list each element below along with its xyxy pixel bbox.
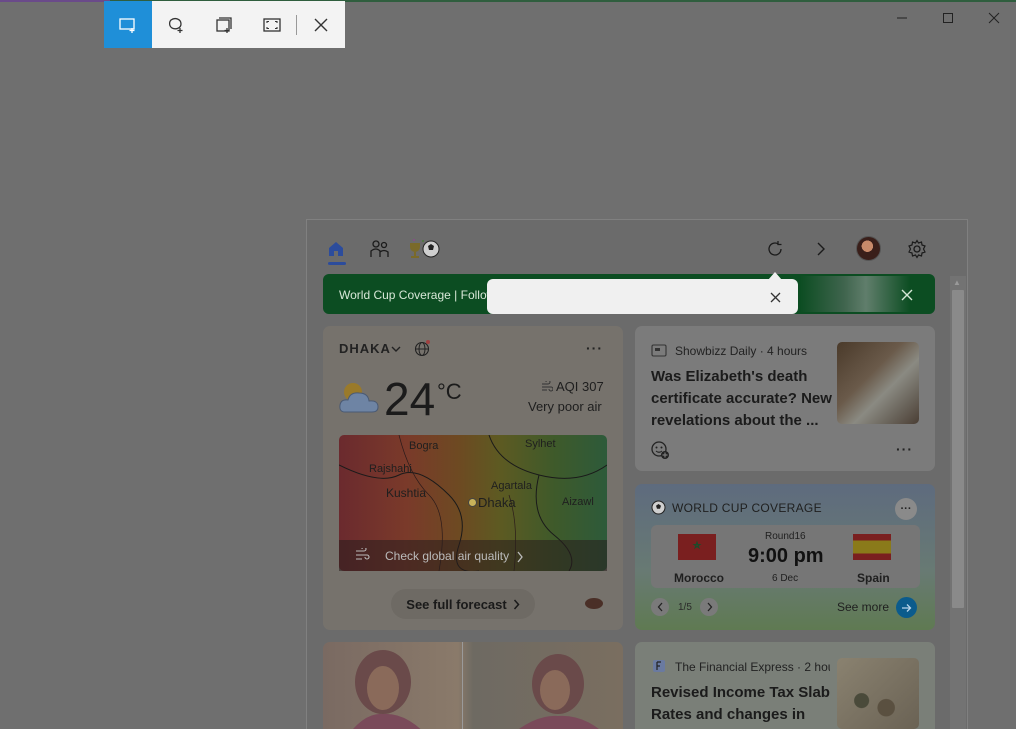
- map-label-kushtia: Kushtia: [386, 486, 427, 500]
- photo-divider: [462, 642, 463, 729]
- close-icon: [314, 18, 327, 31]
- refresh-tooltip: [487, 279, 798, 314]
- world-cup-title: WORLD CUP COVERAGE: [672, 501, 822, 515]
- chevron-down-icon: [391, 346, 401, 352]
- tooltip-close-button[interactable]: [766, 288, 784, 306]
- partly-cloudy-icon: [337, 378, 381, 423]
- chevron-right-icon: [513, 599, 520, 609]
- minimize-button[interactable]: [888, 6, 916, 30]
- map-label-sylhet: Sylhet: [525, 438, 556, 450]
- photo-news-card[interactable]: [323, 642, 623, 729]
- rectangle-snip-icon: [119, 17, 135, 33]
- team-away: Spain: [857, 571, 890, 585]
- family-icon: [370, 240, 389, 257]
- map-label-rajshahi: Rajshahi: [369, 463, 412, 475]
- temperature: 24: [384, 373, 436, 425]
- chevron-right-icon: [817, 242, 825, 256]
- temperature-unit[interactable]: °C: [437, 379, 462, 405]
- window-snip-icon: [216, 16, 232, 33]
- chevron-left-icon: [657, 602, 662, 612]
- football-icon: [651, 500, 666, 520]
- maximize-button[interactable]: [934, 6, 962, 30]
- snip-toolbar: [104, 1, 345, 48]
- fullscreen-snip-icon: [263, 17, 281, 32]
- weather-city[interactable]: DHAKA: [339, 341, 391, 356]
- publisher-logo-icon: [651, 343, 667, 362]
- chevron-right-icon: [707, 602, 712, 612]
- team-home: Morocco: [674, 571, 725, 585]
- banner-close-button[interactable]: [897, 285, 917, 305]
- weather-more-button[interactable]: ···: [586, 340, 603, 356]
- reaction-button[interactable]: [650, 440, 670, 460]
- fullscreen-snip-button[interactable]: [248, 1, 296, 48]
- news-headline[interactable]: Was Elizabeth's death certificate accura…: [651, 366, 836, 432]
- see-more-button[interactable]: [896, 597, 917, 618]
- home-icon: [329, 242, 343, 256]
- news-headline[interactable]: Revised Income Tax Slab Rates and change…: [651, 682, 836, 726]
- close-icon: [988, 12, 1000, 24]
- window-close-button[interactable]: [980, 6, 1008, 30]
- freeform-snip-icon: [168, 17, 183, 33]
- news-source: Showbizz Daily · 4 hours: [675, 344, 808, 358]
- maximize-icon: [943, 13, 953, 23]
- weather-mascot-icon: [585, 598, 603, 609]
- match-time: 9:00 pm: [748, 545, 824, 567]
- next-match-button[interactable]: [700, 598, 718, 616]
- news-thumbnail: [837, 342, 919, 424]
- gear-icon: [908, 239, 926, 259]
- map-label-bogra: Bogra: [409, 440, 439, 452]
- minimize-icon: [897, 17, 907, 19]
- refresh-button[interactable]: [762, 236, 788, 262]
- match-pager: 1/5: [678, 602, 692, 613]
- air-quality-icon: [541, 379, 554, 398]
- publisher-logo-icon: [652, 659, 666, 678]
- match-date: 6 Dec: [772, 573, 799, 584]
- location-button[interactable]: [413, 339, 431, 362]
- banner-text: World Cup Coverage | Follow: [339, 288, 489, 302]
- match-round: Round16: [765, 531, 806, 542]
- close-icon: [901, 289, 913, 301]
- home-tab[interactable]: [323, 236, 349, 262]
- globe-icon: [414, 340, 430, 357]
- news-thumbnail: [837, 658, 919, 729]
- air-quality-icon: [355, 546, 371, 567]
- morocco-flag-icon: [678, 534, 716, 560]
- chevron-right-icon: [516, 550, 524, 568]
- refresh-icon: [768, 241, 782, 256]
- see-more-link[interactable]: See more: [837, 600, 889, 614]
- news-more-button[interactable]: ···: [896, 441, 913, 457]
- home-tab-indicator: [328, 262, 346, 265]
- world-cup-more-button[interactable]: ···: [895, 498, 917, 520]
- map-label-dhaka: Dhaka: [478, 495, 516, 510]
- scrollbar-thumb[interactable]: [952, 290, 964, 608]
- location-marker: [468, 498, 477, 507]
- previous-match-button[interactable]: [651, 598, 669, 616]
- scroll-up-arrow-icon[interactable]: ▲: [953, 278, 961, 287]
- see-forecast-label: See full forecast: [406, 596, 507, 612]
- see-forecast-button[interactable]: See full forecast: [391, 589, 535, 619]
- aqi-description: Very poor air: [528, 399, 602, 414]
- news-source: The Financial Express · 2 hou: [675, 660, 830, 674]
- map-label-aizawl: Aizawl: [562, 496, 594, 508]
- world-cup-icon: [410, 239, 440, 258]
- spain-flag-icon: [853, 534, 891, 560]
- settings-button[interactable]: [904, 236, 930, 262]
- map-label-agartala: Agartala: [491, 480, 532, 492]
- air-quality-link[interactable]: Check global air quality: [385, 549, 509, 563]
- freeform-snip-button[interactable]: [152, 1, 200, 48]
- avatar[interactable]: [856, 236, 881, 261]
- arrow-right-icon: [902, 603, 912, 612]
- rectangle-snip-button[interactable]: [104, 1, 152, 48]
- aqi-value: AQI 307: [556, 379, 604, 394]
- close-icon: [770, 292, 780, 302]
- news-photo: [353, 650, 599, 729]
- close-snip-button[interactable]: [297, 1, 344, 48]
- add-reaction-icon: [651, 441, 669, 459]
- window-snip-button[interactable]: [200, 1, 248, 48]
- banner-image: [800, 276, 910, 312]
- world-cup-tab[interactable]: [406, 236, 442, 262]
- family-tab[interactable]: [367, 236, 393, 262]
- expand-button[interactable]: [808, 236, 834, 262]
- location-dropdown[interactable]: [390, 342, 402, 360]
